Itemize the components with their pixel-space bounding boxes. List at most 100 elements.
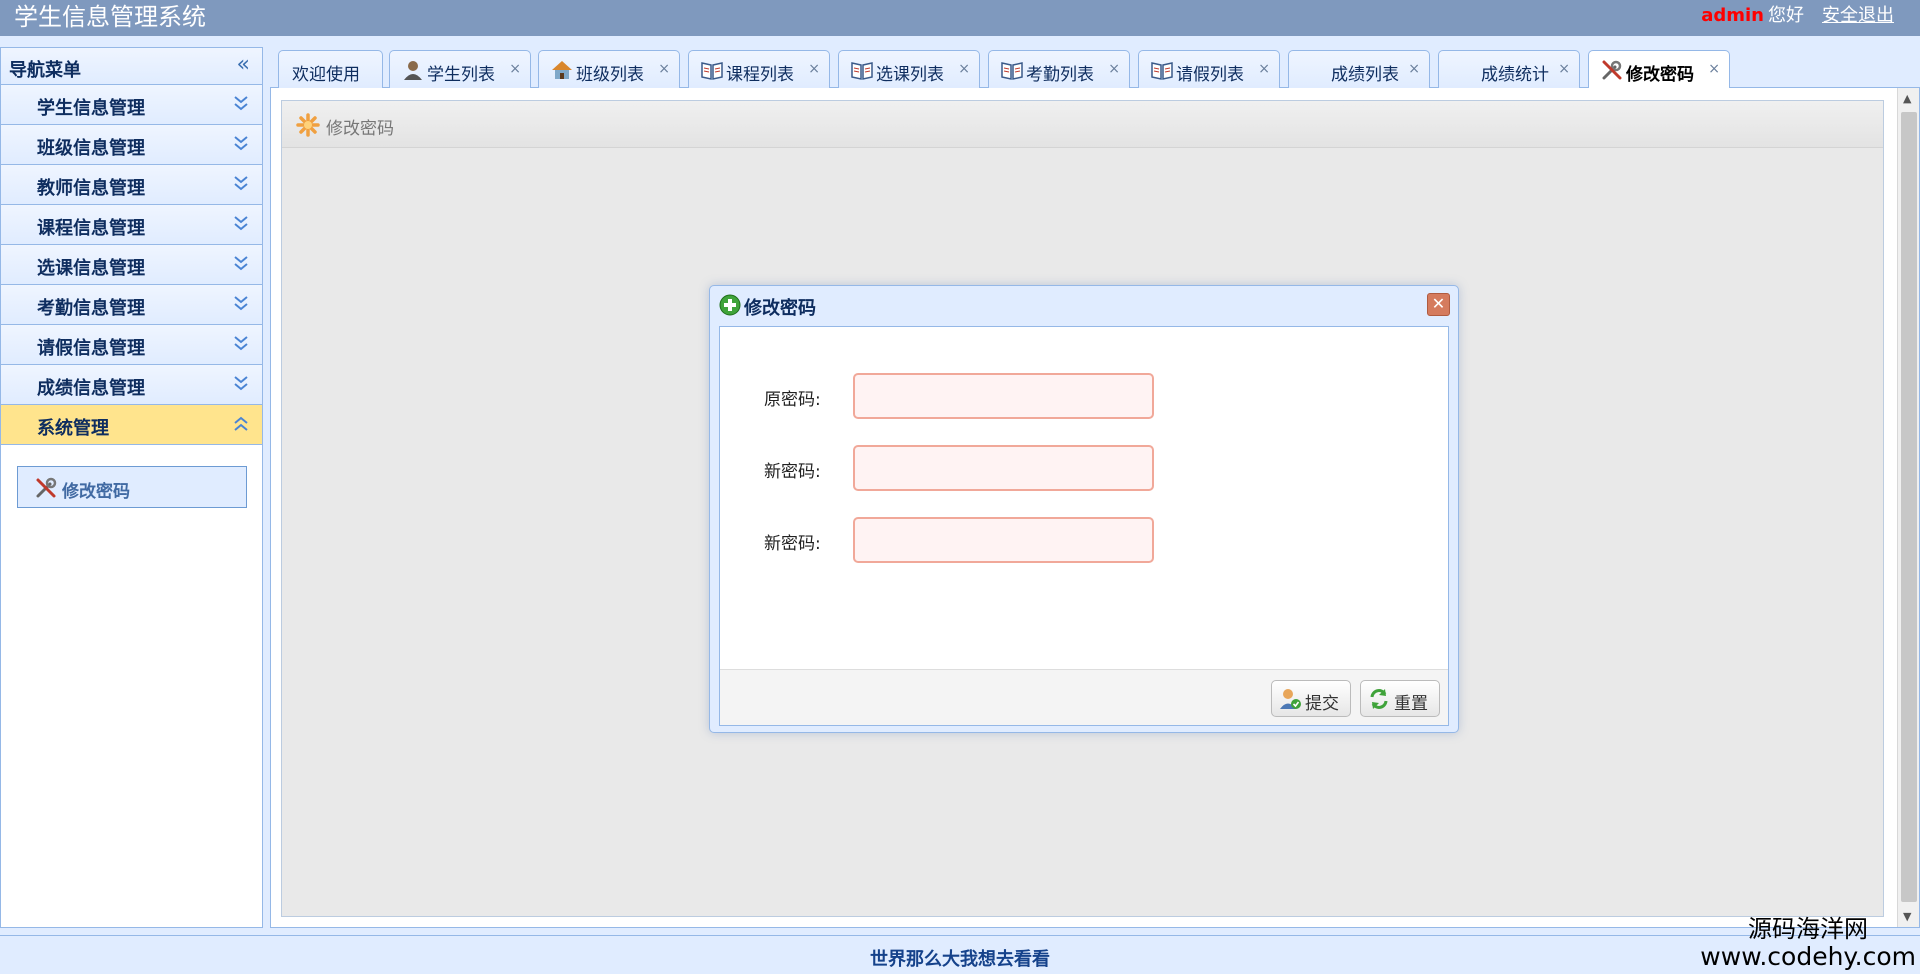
scrollbar-thumb[interactable] bbox=[1901, 112, 1917, 902]
tab-label: 选课列表 bbox=[876, 65, 944, 85]
app-title: 学生信息管理系统 bbox=[14, 3, 206, 31]
dialog-title: 修改密码 bbox=[744, 298, 816, 319]
tools-icon bbox=[1602, 60, 1622, 80]
watermark-line1: 源码海洋网 bbox=[1748, 915, 1868, 943]
nav-item-system[interactable]: 系统管理 bbox=[1, 405, 262, 445]
dialog-body: 原密码: 新密码: 新密码: 提交 重置 bbox=[719, 326, 1449, 726]
close-icon[interactable]: ✕ bbox=[1427, 293, 1450, 316]
book-icon bbox=[1001, 62, 1023, 80]
tab-label: 班级列表 bbox=[576, 65, 644, 85]
nav-item-label: 选课信息管理 bbox=[37, 258, 145, 279]
nav-panel: 导航菜单 « 学生信息管理 班级信息管理 教师信息管理 课程信息管理 选课信息管… bbox=[0, 47, 263, 928]
tab-label: 考勤列表 bbox=[1026, 65, 1094, 85]
nav-item-attendance[interactable]: 考勤信息管理 bbox=[1, 285, 262, 325]
watermark-line2: www.codehy.com bbox=[1700, 942, 1916, 971]
tab-label: 课程列表 bbox=[726, 65, 794, 85]
tab-welcome[interactable]: 欢迎使用 bbox=[278, 50, 383, 88]
new-password-label: 新密码: bbox=[764, 462, 821, 482]
submit-label: 提交 bbox=[1305, 694, 1339, 714]
nav-item-label: 教师信息管理 bbox=[37, 178, 145, 199]
book-icon bbox=[701, 62, 723, 80]
house-icon bbox=[552, 61, 572, 79]
old-password-label: 原密码: bbox=[764, 390, 821, 410]
nav-item-leave[interactable]: 请假信息管理 bbox=[1, 325, 262, 365]
change-password-dialog: 修改密码 ✕ 原密码: 新密码: 新密码: 提交 重置 bbox=[709, 285, 1459, 733]
nav-item-label: 请假信息管理 bbox=[37, 338, 145, 359]
user-icon bbox=[404, 61, 422, 80]
nav-item-course[interactable]: 课程信息管理 bbox=[1, 205, 262, 245]
new-password-field[interactable] bbox=[853, 445, 1154, 491]
tab-close-icon[interactable]: × bbox=[1108, 61, 1120, 77]
nav-item-teacher[interactable]: 教师信息管理 bbox=[1, 165, 262, 205]
tab-close-icon[interactable]: × bbox=[958, 61, 970, 77]
footer: 世界那么大我想去看看 bbox=[0, 935, 1920, 974]
tab-label: 成绩统计 bbox=[1481, 65, 1549, 85]
confirm-password-field[interactable] bbox=[853, 517, 1154, 563]
double-chevron-down-icon bbox=[234, 296, 248, 311]
form-row-confirm-password: 新密码: bbox=[720, 517, 1448, 563]
nav-item-student[interactable]: 学生信息管理 bbox=[1, 85, 262, 125]
tab-close-icon[interactable]: × bbox=[1558, 61, 1570, 77]
tab-grade-list[interactable]: 成绩列表 × bbox=[1288, 50, 1430, 88]
panel-header: 修改密码 bbox=[282, 101, 1883, 148]
double-chevron-down-icon bbox=[234, 336, 248, 351]
reset-button[interactable]: 重置 bbox=[1360, 680, 1440, 717]
nav-link-label: 修改密码 bbox=[62, 482, 130, 502]
double-chevron-down-icon bbox=[234, 256, 248, 271]
tab-attendance-list[interactable]: 考勤列表 × bbox=[988, 50, 1130, 88]
vertical-scrollbar[interactable]: ▲ ▼ bbox=[1897, 88, 1919, 927]
greeting: 您好 bbox=[1768, 5, 1804, 26]
tab-grade-stats[interactable]: 成绩统计 × bbox=[1438, 50, 1580, 88]
tab-selection-list[interactable]: 选课列表 × bbox=[838, 50, 980, 88]
nav-item-grade[interactable]: 成绩信息管理 bbox=[1, 365, 262, 405]
double-chevron-left-icon[interactable]: « bbox=[237, 52, 250, 78]
double-chevron-down-icon bbox=[234, 136, 248, 151]
tab-leave-list[interactable]: 请假列表 × bbox=[1138, 50, 1280, 88]
tab-course-list[interactable]: 课程列表 × bbox=[688, 50, 830, 88]
nav-submenu: 修改密码 bbox=[1, 445, 262, 900]
top-header: 学生信息管理系统 admin 您好 安全退出 bbox=[0, 0, 1920, 36]
tab-student-list[interactable]: 学生列表 × bbox=[389, 50, 531, 88]
user-submit-icon bbox=[1280, 689, 1301, 709]
tools-icon bbox=[36, 477, 57, 498]
form-row-new-password: 新密码: bbox=[720, 445, 1448, 491]
scroll-up-icon[interactable]: ▲ bbox=[1903, 92, 1911, 105]
footer-text: 世界那么大我想去看看 bbox=[870, 949, 1050, 970]
double-chevron-down-icon bbox=[234, 216, 248, 231]
tab-change-password[interactable]: 修改密码 × bbox=[1588, 50, 1730, 89]
nav-item-label: 成绩信息管理 bbox=[37, 378, 145, 399]
nav-item-class[interactable]: 班级信息管理 bbox=[1, 125, 262, 165]
logout-link[interactable]: 安全退出 bbox=[1822, 5, 1894, 26]
nav-item-label: 系统管理 bbox=[37, 418, 109, 439]
nav-title: 导航菜单 bbox=[9, 60, 81, 81]
refresh-icon bbox=[1370, 689, 1388, 709]
username: admin bbox=[1701, 5, 1764, 26]
submit-button[interactable]: 提交 bbox=[1271, 680, 1351, 717]
reset-label: 重置 bbox=[1394, 694, 1428, 714]
tab-close-icon[interactable]: × bbox=[1258, 61, 1270, 77]
tab-close-icon[interactable]: × bbox=[509, 61, 521, 77]
nav-link-change-password[interactable]: 修改密码 bbox=[17, 466, 247, 508]
confirm-password-label: 新密码: bbox=[764, 534, 821, 554]
tab-close-icon[interactable]: × bbox=[808, 61, 820, 77]
tab-class-list[interactable]: 班级列表 × bbox=[538, 50, 680, 88]
tab-label: 成绩列表 bbox=[1331, 65, 1399, 85]
dialog-footer: 提交 重置 bbox=[720, 669, 1448, 725]
nav-item-selection[interactable]: 选课信息管理 bbox=[1, 245, 262, 285]
old-password-field[interactable] bbox=[853, 373, 1154, 419]
tab-close-icon[interactable]: × bbox=[1408, 61, 1420, 77]
tab-strip: 欢迎使用 学生列表 × 班级列表 × 课程列表 × 选课列表 × 考勤列表 × … bbox=[270, 47, 1920, 89]
nav-item-label: 班级信息管理 bbox=[37, 138, 145, 159]
nav-item-label: 考勤信息管理 bbox=[37, 298, 145, 319]
book-icon bbox=[851, 62, 873, 80]
book-icon bbox=[1151, 62, 1173, 80]
tab-label: 欢迎使用 bbox=[292, 65, 360, 85]
tab-close-icon[interactable]: × bbox=[658, 61, 670, 77]
tab-label: 学生列表 bbox=[427, 65, 495, 85]
nav-header: 导航菜单 « bbox=[1, 48, 262, 85]
watermark: 源码海洋网 www.codehy.com bbox=[1700, 915, 1916, 971]
panel-title: 修改密码 bbox=[326, 119, 394, 139]
tab-close-icon[interactable]: × bbox=[1708, 61, 1720, 77]
tab-label: 请假列表 bbox=[1176, 65, 1244, 85]
nav-item-label: 课程信息管理 bbox=[37, 218, 145, 239]
